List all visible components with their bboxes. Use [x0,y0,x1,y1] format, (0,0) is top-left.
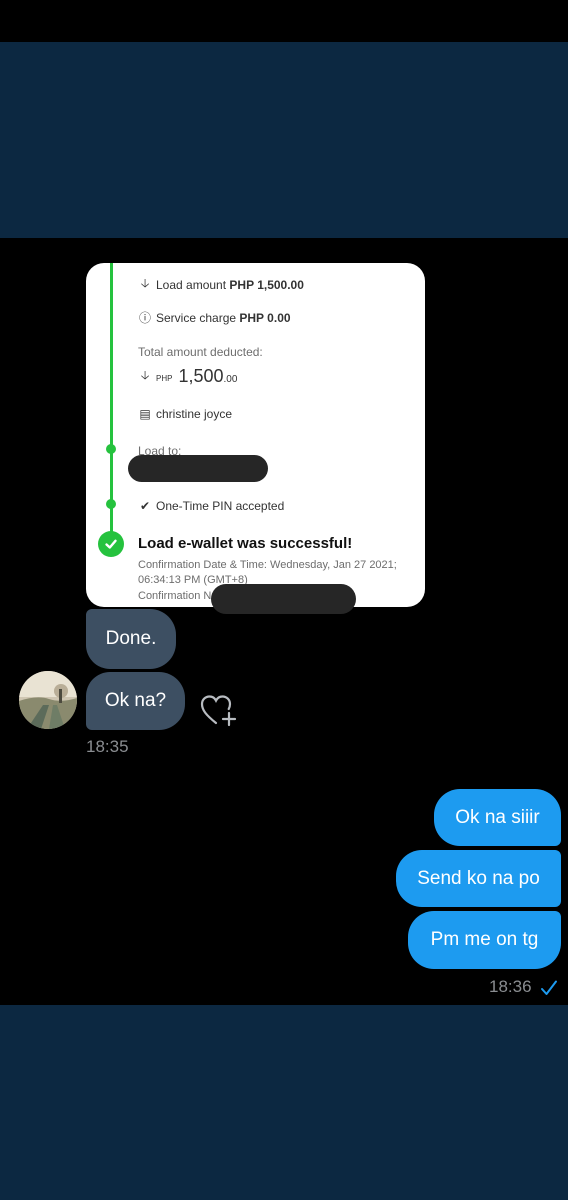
arrow-down-icon: 🡣 [140,276,150,290]
document-icon: ▤ [139,407,151,421]
recipient-name: christine joyce [156,407,233,421]
success-check-icon [98,531,124,557]
incoming-timestamp: 18:35 [86,737,129,756]
timeline-dot [106,444,116,454]
outgoing-message-bubble[interactable]: Send ko na po [396,850,561,907]
load-amount-label: Load amount [156,277,227,292]
recipient-row: ▤ christine joyce [138,407,232,421]
pin-status: One-Time PIN accepted [156,499,285,513]
success-title: Load e-wallet was successful! [138,535,353,552]
service-charge-value: PHP 0.00 [239,310,291,325]
bottom-frame-band [0,1005,568,1200]
total-cents: .00 [223,374,238,385]
load-amount-value: PHP 1,500.00 [229,277,304,292]
total-amount: 🡣 PHP 1,500 .00 [138,366,238,387]
service-charge-row: ⓘ Service charge PHP 0.00 [138,309,291,326]
confirmation-line: Confirmation Date & Time: Wednesday, Jan… [138,559,397,571]
outgoing-message-bubble[interactable]: Ok na siiir [434,789,561,846]
checkmark-icon: ✔ [139,499,151,513]
incoming-message-bubble[interactable]: Done. [86,609,176,669]
load-amount-row: 🡣 Load amount PHP 1,500.00 [138,274,304,295]
receipt-image[interactable]: 🡣 Load amount PHP 1,500.00 ⓘ Service cha… [86,263,425,607]
total-label: Total amount deducted: [138,345,263,359]
top-frame-band [0,42,568,238]
info-icon: ⓘ [138,311,151,325]
redaction-bar [128,455,268,482]
outgoing-message-bubble[interactable]: Pm me on tg [408,911,561,969]
redaction-bar [211,584,356,614]
timeline-dot [106,499,116,509]
avatar[interactable] [19,671,77,729]
total-currency: PHP [156,374,173,383]
outgoing-timestamp: 18:36 [489,977,532,996]
service-charge-label: Service charge [156,310,237,325]
heart-plus-icon[interactable] [200,694,238,728]
top-letterbox [0,0,568,42]
incoming-message-bubble[interactable]: Ok na? [86,672,185,730]
total-whole: 1,500 [178,366,224,386]
arrow-down-icon: 🡣 [140,368,150,382]
checkmark-icon [540,979,558,997]
pin-status-row: ✔ One-Time PIN accepted [138,499,284,513]
confirmation-line: Confirmation N [138,590,212,602]
